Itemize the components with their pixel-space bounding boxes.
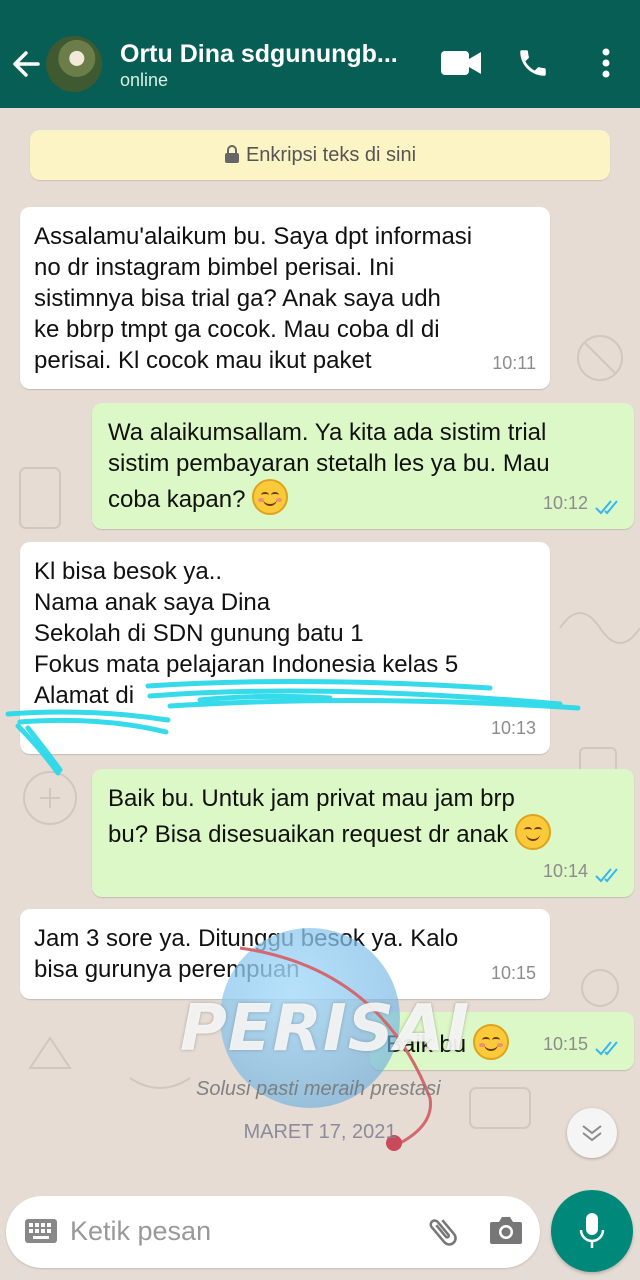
message-time: 10:15 [542,1034,588,1054]
more-vertical-icon[interactable] [600,46,612,80]
back-arrow-icon[interactable] [8,44,42,84]
message-text: Jam 3 sore ya. Ditunggu besok ya. Kalo b… [34,925,459,983]
mic-icon [579,1213,605,1248]
smiling-face-emoji-icon [514,814,551,850]
message-bubble-outgoing[interactable]: Wa alaikumsallam. Ya kita ada sistim tri… [92,403,634,529]
chat-header: Ortu Dina sdgunungb... online [0,0,640,108]
attach-icon[interactable] [424,1212,462,1252]
message-text: Kl bisa besok ya.. Nama anak saya Dina S… [34,558,459,709]
message-composer[interactable]: Ketik pesan [6,1196,540,1268]
message-bubble-incoming[interactable]: Jam 3 sore ya. Ditunggu besok ya. Kalo b… [20,909,550,999]
message-bubble-incoming[interactable]: Assalamu'alaikum bu. Saya dpt informasi … [20,207,550,389]
phone-icon[interactable] [516,46,550,80]
message-bubble-outgoing[interactable]: Baik bu 10:15 [370,1012,634,1070]
chat-area[interactable]: Enkripsi teks di sini Assalamu'alaikum b… [0,108,640,1200]
message-bubble-outgoing[interactable]: Baik bu. Untuk jam privat mau jam brp bu… [92,769,634,897]
contact-avatar[interactable] [46,36,102,92]
relieved-face-emoji-icon [472,1024,509,1060]
message-input[interactable]: Ketik pesan [70,1216,211,1247]
message-text: Assalamu'alaikum bu. Saya dpt informasi … [34,223,473,374]
read-ticks-icon [595,1041,618,1056]
read-ticks-icon [595,500,618,515]
message-time: 10:15 [490,963,536,983]
relieved-face-emoji-icon [252,479,289,515]
scroll-to-bottom-button[interactable] [567,1108,617,1158]
message-time: 10:11 [492,353,536,373]
chevron-down-double-icon [582,1125,602,1142]
date-separator: MARET 17, 2021 [243,1121,397,1143]
encryption-notice-text: Enkripsi teks di sini [245,144,417,166]
contact-name[interactable]: Ortu Dina sdgunungb... [120,40,420,69]
message-bubble-incoming[interactable]: Kl bisa besok ya.. Nama anak saya Dina S… [20,542,550,754]
message-text: Baik bu [386,1031,467,1058]
contact-status: online [120,70,169,90]
message-text: Baik bu. Untuk jam privat mau jam brp bu… [108,785,515,848]
message-time: 10:12 [542,493,588,513]
message-text: Wa alaikumsallam. Ya kita ada sistim tri… [108,419,550,513]
read-ticks-icon [595,868,618,883]
message-time: 10:14 [542,861,588,881]
encryption-notice[interactable]: Enkripsi teks di sini [30,130,610,180]
camera-icon[interactable] [488,1214,524,1246]
message-time: 10:13 [490,718,536,738]
video-call-icon[interactable] [440,48,482,78]
lock-icon [224,145,239,163]
keyboard-icon[interactable] [24,1218,58,1244]
mic-button[interactable] [551,1190,633,1272]
